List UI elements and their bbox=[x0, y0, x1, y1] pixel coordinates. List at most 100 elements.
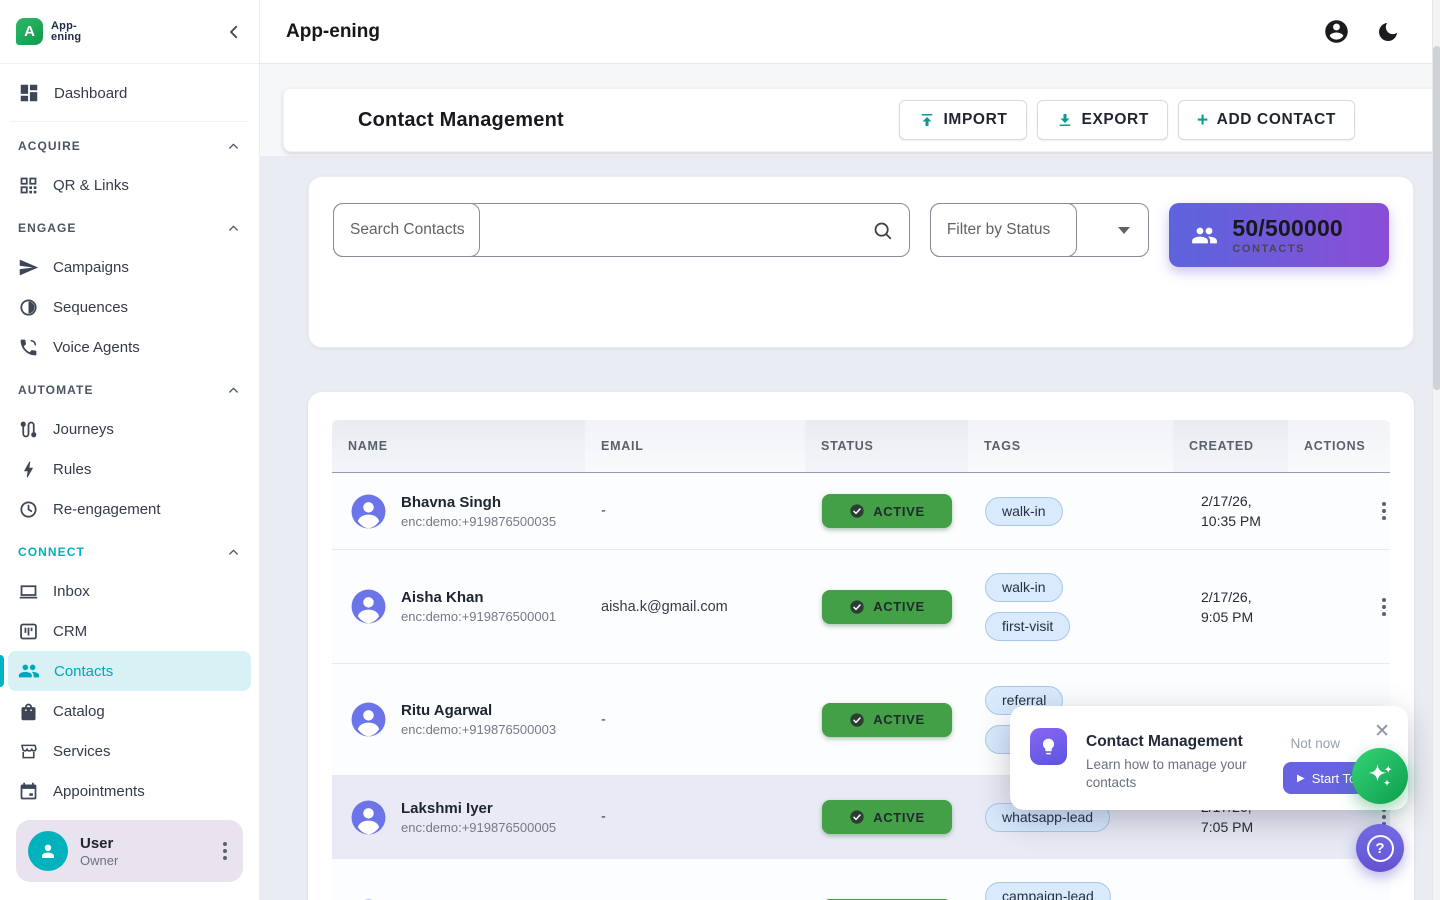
contact-avatar bbox=[350, 588, 387, 625]
section-label: CONNECT bbox=[18, 545, 85, 559]
chevron-up-icon bbox=[226, 383, 241, 398]
sidebar-item-label: Contacts bbox=[54, 663, 113, 680]
clock-icon bbox=[18, 499, 39, 520]
sidebar-item-label: Rules bbox=[53, 461, 91, 478]
tag-chip[interactable]: first-visit bbox=[985, 612, 1070, 641]
sidebar-nav: Dashboard ACQUIRE QR & Links ENGAGE Camp… bbox=[0, 64, 259, 804]
sidebar-item-voice-agents[interactable]: Voice Agents bbox=[8, 327, 251, 367]
column-header-status[interactable]: STATUS bbox=[805, 420, 968, 472]
name-cell: Lakshmi Iyerenc:demo:+919876500005 bbox=[332, 799, 585, 836]
sidebar-item-services[interactable]: Services bbox=[8, 731, 251, 771]
check-circle-icon bbox=[849, 503, 865, 519]
send-icon bbox=[18, 257, 39, 278]
status-cell: ACTIVE bbox=[805, 590, 968, 624]
tour-popup: Contact Management Learn how to manage y… bbox=[1010, 706, 1408, 810]
status-cell: ACTIVE bbox=[805, 703, 968, 737]
column-header-name[interactable]: NAME bbox=[332, 420, 585, 472]
tag-chip[interactable]: campaign-lead bbox=[985, 882, 1111, 900]
sidebar-item-catalog[interactable]: Catalog bbox=[8, 691, 251, 731]
sparkles-icon bbox=[1365, 761, 1395, 791]
upload-icon bbox=[918, 111, 936, 129]
sidebar-item-contacts[interactable]: Contacts bbox=[8, 651, 251, 691]
section-label: ACQUIRE bbox=[18, 139, 81, 153]
sidebar-item-sequences[interactable]: Sequences bbox=[8, 287, 251, 327]
section-acquire[interactable]: ACQUIRE bbox=[8, 127, 251, 165]
logo-line1: App- bbox=[51, 21, 81, 32]
section-label: ENGAGE bbox=[18, 221, 77, 235]
sidebar-item-appointments[interactable]: Appointments bbox=[8, 771, 251, 804]
sidebar-item-label: Dashboard bbox=[54, 85, 127, 102]
contact-name: Bhavna Singh bbox=[401, 494, 556, 511]
sidebar-item-re-engagement[interactable]: Re-engagement bbox=[8, 489, 251, 529]
sidebar-item-label: Campaigns bbox=[53, 259, 129, 276]
table-row[interactable]: Bhavna Singhenc:demo:+919876500035 - ACT… bbox=[332, 473, 1390, 550]
table-row[interactable]: Aisha Khanenc:demo:+919876500001 aisha.k… bbox=[332, 550, 1390, 664]
search-icon[interactable] bbox=[872, 220, 893, 241]
contacts-table-card: NAME EMAIL STATUS TAGS CREATED ACTIONS B… bbox=[308, 392, 1414, 900]
calendar-icon bbox=[18, 781, 39, 802]
chevron-up-icon bbox=[226, 139, 241, 154]
check-circle-icon bbox=[849, 809, 865, 825]
export-button[interactable]: EXPORT bbox=[1037, 100, 1168, 140]
toolbar-strip: Contact Management IMPORT EXPORT + ADD C… bbox=[260, 64, 1440, 156]
column-header-email[interactable]: EMAIL bbox=[585, 420, 805, 472]
sidebar-item-label: Appointments bbox=[53, 783, 145, 800]
route-icon bbox=[18, 419, 39, 440]
column-header-tags[interactable]: TAGS bbox=[968, 420, 1173, 472]
check-circle-icon bbox=[849, 712, 865, 728]
status-badge: ACTIVE bbox=[822, 800, 952, 834]
sidebar-item-crm[interactable]: CRM bbox=[8, 611, 251, 651]
column-header-actions: ACTIONS bbox=[1288, 420, 1390, 472]
search-input[interactable] bbox=[334, 221, 909, 239]
search-field[interactable] bbox=[333, 203, 910, 257]
column-header-created[interactable]: CREATED bbox=[1173, 420, 1288, 472]
dark-mode-toggle[interactable] bbox=[1376, 20, 1400, 44]
email-cell: aisha.k@gmail.com bbox=[585, 599, 805, 615]
actions-cell bbox=[1288, 498, 1390, 524]
tag-chip[interactable]: walk-in bbox=[985, 497, 1063, 526]
header-actions bbox=[1323, 18, 1414, 45]
export-label: EXPORT bbox=[1082, 111, 1149, 129]
sidebar-item-campaigns[interactable]: Campaigns bbox=[8, 247, 251, 287]
storefront-icon bbox=[18, 741, 39, 762]
help-fab[interactable]: ? bbox=[1356, 824, 1404, 872]
section-connect[interactable]: CONNECT bbox=[8, 533, 251, 571]
contact-avatar bbox=[350, 493, 387, 530]
scrollbar-thumb[interactable] bbox=[1433, 46, 1440, 390]
dashboard-icon bbox=[18, 82, 40, 104]
ai-assistant-fab[interactable] bbox=[1352, 748, 1408, 804]
contact-management-toolbar: Contact Management IMPORT EXPORT + ADD C… bbox=[283, 88, 1440, 152]
section-automate[interactable]: AUTOMATE bbox=[8, 371, 251, 409]
sidebar-item-inbox[interactable]: Inbox bbox=[8, 571, 251, 611]
close-icon[interactable]: ✕ bbox=[1374, 722, 1390, 741]
sidebar-footer: User Owner bbox=[0, 804, 259, 900]
sidebar-item-qr-links[interactable]: QR & Links bbox=[8, 165, 251, 205]
sidebar-item-journeys[interactable]: Journeys bbox=[8, 409, 251, 449]
not-now-button[interactable]: Not now bbox=[1290, 736, 1340, 751]
table-row[interactable]: Jyoti Rawat ACTIVE campaign-lead 2/17/26… bbox=[332, 859, 1390, 900]
moon-icon bbox=[1376, 20, 1400, 44]
user-card[interactable]: User Owner bbox=[16, 820, 243, 882]
sidebar-item-dashboard[interactable]: Dashboard bbox=[8, 70, 251, 116]
add-contact-button[interactable]: + ADD CONTACT bbox=[1178, 100, 1355, 140]
status-filter-select[interactable]: Filter by Status bbox=[930, 203, 1150, 257]
row-actions-button[interactable] bbox=[1378, 594, 1390, 620]
contact-avatar bbox=[350, 701, 387, 738]
row-actions-button[interactable] bbox=[1378, 498, 1390, 524]
user-menu-button[interactable] bbox=[219, 838, 231, 864]
status-badge: ACTIVE bbox=[822, 590, 952, 624]
import-button[interactable]: IMPORT bbox=[899, 100, 1027, 140]
page-title: App-ening bbox=[286, 21, 380, 43]
sidebar-item-rules[interactable]: Rules bbox=[8, 449, 251, 489]
account-button[interactable] bbox=[1323, 18, 1350, 45]
section-engage[interactable]: ENGAGE bbox=[8, 209, 251, 247]
tag-chip[interactable]: walk-in bbox=[985, 573, 1063, 602]
contact-avatar bbox=[350, 799, 387, 836]
contact-name: Aisha Khan bbox=[401, 589, 556, 606]
import-label: IMPORT bbox=[944, 111, 1008, 129]
sidebar-collapse-button[interactable] bbox=[225, 23, 243, 41]
top-header: App-ening bbox=[260, 0, 1440, 64]
people-icon bbox=[1191, 222, 1218, 249]
sidebar-item-label: Sequences bbox=[53, 299, 128, 316]
download-icon bbox=[1056, 111, 1074, 129]
